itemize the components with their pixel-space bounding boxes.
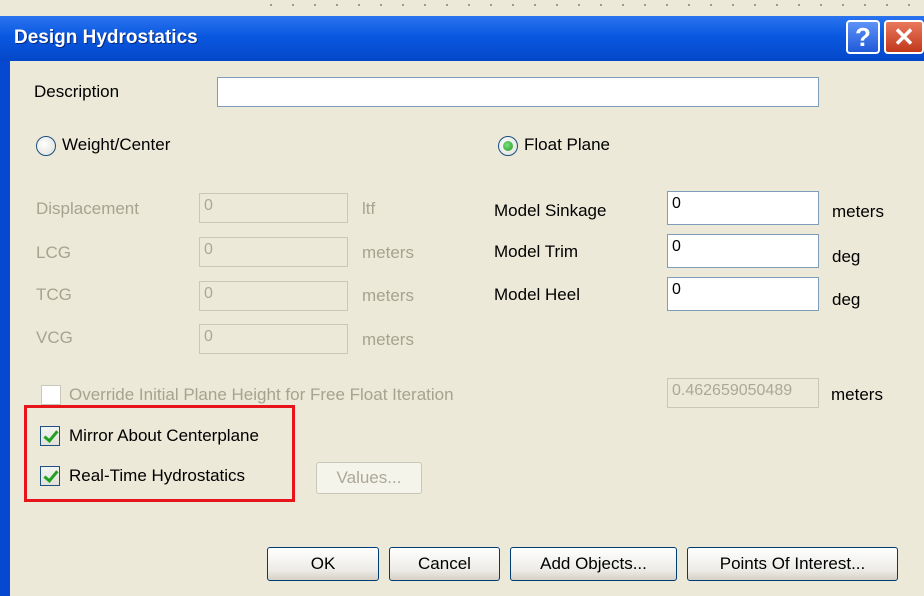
- weight-center-radio[interactable]: [36, 136, 56, 156]
- lcg-field[interactable]: 0: [199, 237, 348, 267]
- displacement-field[interactable]: 0: [199, 193, 348, 223]
- sinkage-unit: meters: [832, 202, 884, 221]
- title-bar[interactable]: Design Hydrostatics ? ✕: [0, 16, 924, 61]
- trim-unit: deg: [832, 247, 861, 266]
- highlight-box: [24, 405, 295, 502]
- vcg-field[interactable]: 0: [199, 324, 348, 354]
- override-height-field[interactable]: 0.462659050489: [667, 378, 819, 408]
- tcg-label: TCG: [36, 285, 72, 304]
- ok-button[interactable]: OK: [267, 547, 379, 581]
- lcg-unit: meters: [362, 243, 414, 262]
- window-title: Design Hydrostatics: [14, 27, 198, 48]
- displacement-unit: ltf: [362, 199, 376, 218]
- sinkage-field[interactable]: 0: [667, 191, 819, 225]
- description-label: Description: [34, 82, 120, 101]
- realtime-checkbox[interactable]: [40, 466, 60, 486]
- mirror-label[interactable]: Mirror About Centerplane: [69, 426, 259, 446]
- override-label: Override Initial Plane Height for Free F…: [69, 385, 454, 404]
- points-of-interest-button[interactable]: Points Of Interest...: [687, 547, 898, 581]
- close-icon[interactable]: ✕: [884, 20, 924, 54]
- displacement-label: Displacement: [36, 199, 139, 218]
- float-plane-radio[interactable]: [498, 136, 518, 156]
- weight-center-label[interactable]: Weight/Center: [62, 135, 170, 155]
- trim-label: Model Trim: [494, 242, 579, 261]
- realtime-label[interactable]: Real-Time Hydrostatics: [69, 466, 245, 486]
- background-dotted-line: [0, 0, 924, 12]
- override-unit: meters: [831, 385, 883, 404]
- add-objects-button[interactable]: Add Objects...: [510, 547, 677, 581]
- tcg-field[interactable]: 0: [199, 281, 348, 311]
- trim-field[interactable]: 0: [667, 234, 819, 268]
- heel-unit: deg: [832, 290, 861, 309]
- heel-field[interactable]: 0: [667, 277, 819, 311]
- help-icon[interactable]: ?: [846, 20, 880, 54]
- values-button[interactable]: Values...: [316, 462, 422, 494]
- sinkage-label: Model Sinkage: [494, 201, 607, 220]
- description-field[interactable]: [217, 77, 819, 107]
- override-checkbox[interactable]: [41, 385, 61, 405]
- lcg-label: LCG: [36, 243, 71, 262]
- window-frame: [0, 61, 10, 596]
- float-plane-label[interactable]: Float Plane: [524, 135, 610, 155]
- tcg-unit: meters: [362, 286, 414, 305]
- cancel-button[interactable]: Cancel: [389, 547, 500, 581]
- heel-label: Model Heel: [494, 285, 580, 304]
- vcg-unit: meters: [362, 330, 414, 349]
- mirror-checkbox[interactable]: [40, 426, 60, 446]
- vcg-label: VCG: [36, 328, 73, 347]
